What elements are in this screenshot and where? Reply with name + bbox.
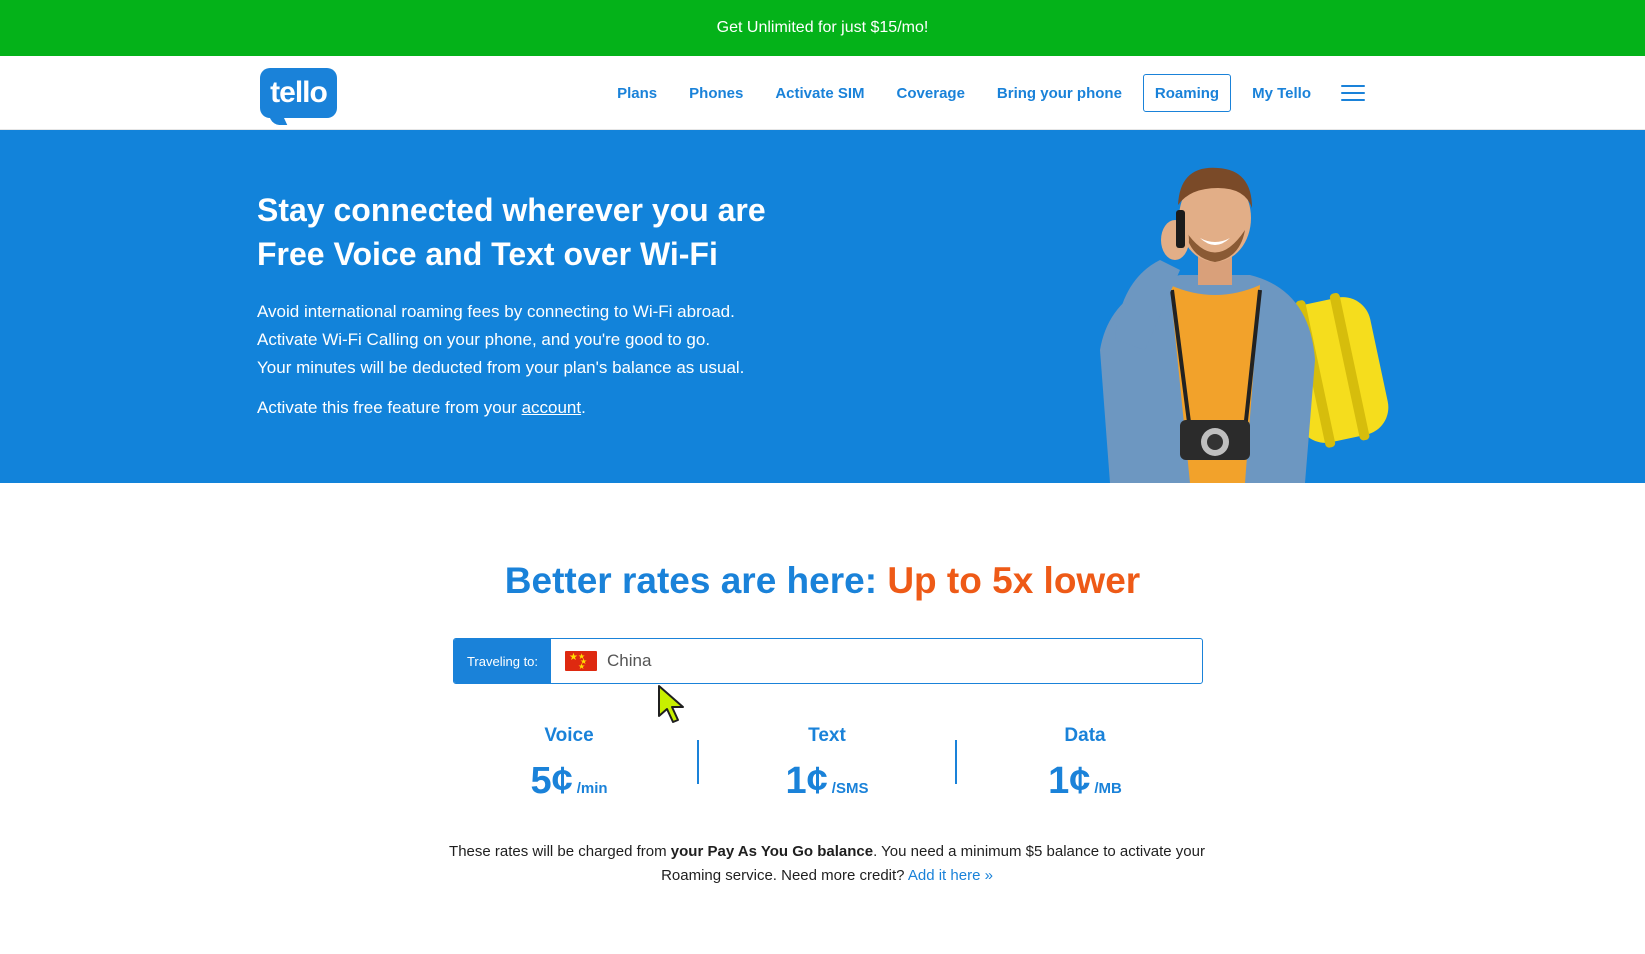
data-amount: 1¢	[1048, 760, 1091, 802]
site-header: tello Plans Phones Activate SIM Coverage…	[0, 56, 1645, 130]
destination-input[interactable]: ★ ★ ★ ★ China	[551, 639, 1202, 683]
mouse-pointer-icon	[658, 685, 684, 723]
promo-text: Get Unlimited for just $15/mo!	[716, 19, 929, 36]
destination-label: Traveling to:	[454, 639, 551, 683]
voice-unit: /min	[576, 780, 608, 797]
hero-cta: Activate this free feature from your acc…	[257, 394, 586, 422]
traveler-photo	[1100, 167, 1389, 483]
china-flag-icon: ★ ★ ★ ★	[565, 651, 597, 671]
data-rate: Data 1¢/MB	[956, 722, 1214, 803]
data-label: Data	[1064, 725, 1106, 746]
rates-heading-main: Better rates are here:	[504, 560, 888, 601]
destination-value: China	[607, 651, 652, 670]
nav-activate-sim[interactable]: Activate SIM	[759, 74, 880, 112]
hero-description: Avoid international roaming fees by conn…	[257, 298, 744, 382]
hamburger-menu-icon[interactable]	[1341, 85, 1365, 101]
destination-selector[interactable]: Traveling to: ★ ★ ★ ★ China	[453, 638, 1203, 684]
hero-cta-suffix: .	[581, 398, 586, 417]
hero-body-line1: Avoid international roaming fees by conn…	[257, 302, 735, 321]
voice-price: 5¢/min	[440, 760, 698, 803]
hero-title-line1: Stay connected wherever you are	[257, 192, 766, 228]
nav-plans[interactable]: Plans	[601, 74, 673, 112]
main-nav: Plans Phones Activate SIM Coverage Bring…	[601, 74, 1365, 112]
text-unit: /SMS	[831, 780, 869, 797]
logo-text: tello	[270, 76, 328, 109]
data-price: 1¢/MB	[956, 760, 1214, 803]
tello-logo[interactable]: tello	[260, 68, 337, 125]
hero-body-line2: Activate Wi-Fi Calling on your phone, an…	[257, 330, 711, 349]
rates-heading-accent: Up to 5x lower	[887, 560, 1141, 601]
voice-rate: Voice 5¢/min	[440, 722, 698, 803]
text-rate: Text 1¢/SMS	[698, 722, 956, 803]
footnote-prefix: These rates will be charged from	[449, 843, 671, 860]
voice-amount: 5¢	[530, 760, 573, 802]
text-amount: 1¢	[785, 760, 828, 802]
promo-banner[interactable]: Get Unlimited for just $15/mo!	[0, 0, 1645, 56]
hero-body-line3: Your minutes will be deducted from your …	[257, 358, 745, 377]
nav-my-tello[interactable]: My Tello	[1236, 74, 1327, 112]
nav-phones[interactable]: Phones	[673, 74, 759, 112]
nav-coverage[interactable]: Coverage	[881, 74, 981, 112]
rates-heading: Better rates are here: Up to 5x lower	[0, 560, 1645, 602]
account-link[interactable]: account	[522, 398, 582, 417]
data-unit: /MB	[1094, 780, 1122, 797]
add-credit-link[interactable]: Add it here »	[908, 867, 993, 884]
logo-speech-tail	[266, 111, 288, 125]
text-label: Text	[808, 725, 846, 746]
footnote-bold: your Pay As You Go balance	[670, 843, 874, 860]
rates-footnote: These rates will be charged from your Pa…	[440, 840, 1214, 888]
hero-title-line2: Free Voice and Text over Wi-Fi	[257, 236, 718, 272]
text-price: 1¢/SMS	[698, 760, 956, 803]
rate-columns: Voice 5¢/min Text 1¢/SMS Data 1¢/MB	[440, 722, 1214, 812]
hero-cta-prefix: Activate this free feature from your	[257, 398, 522, 417]
nav-bring-your-phone[interactable]: Bring your phone	[981, 74, 1138, 112]
nav-roaming[interactable]: Roaming	[1142, 74, 1232, 112]
voice-label: Voice	[544, 725, 594, 746]
hero-title: Stay connected wherever you are Free Voi…	[257, 188, 766, 276]
hero-banner: Stay connected wherever you are Free Voi…	[0, 130, 1645, 483]
